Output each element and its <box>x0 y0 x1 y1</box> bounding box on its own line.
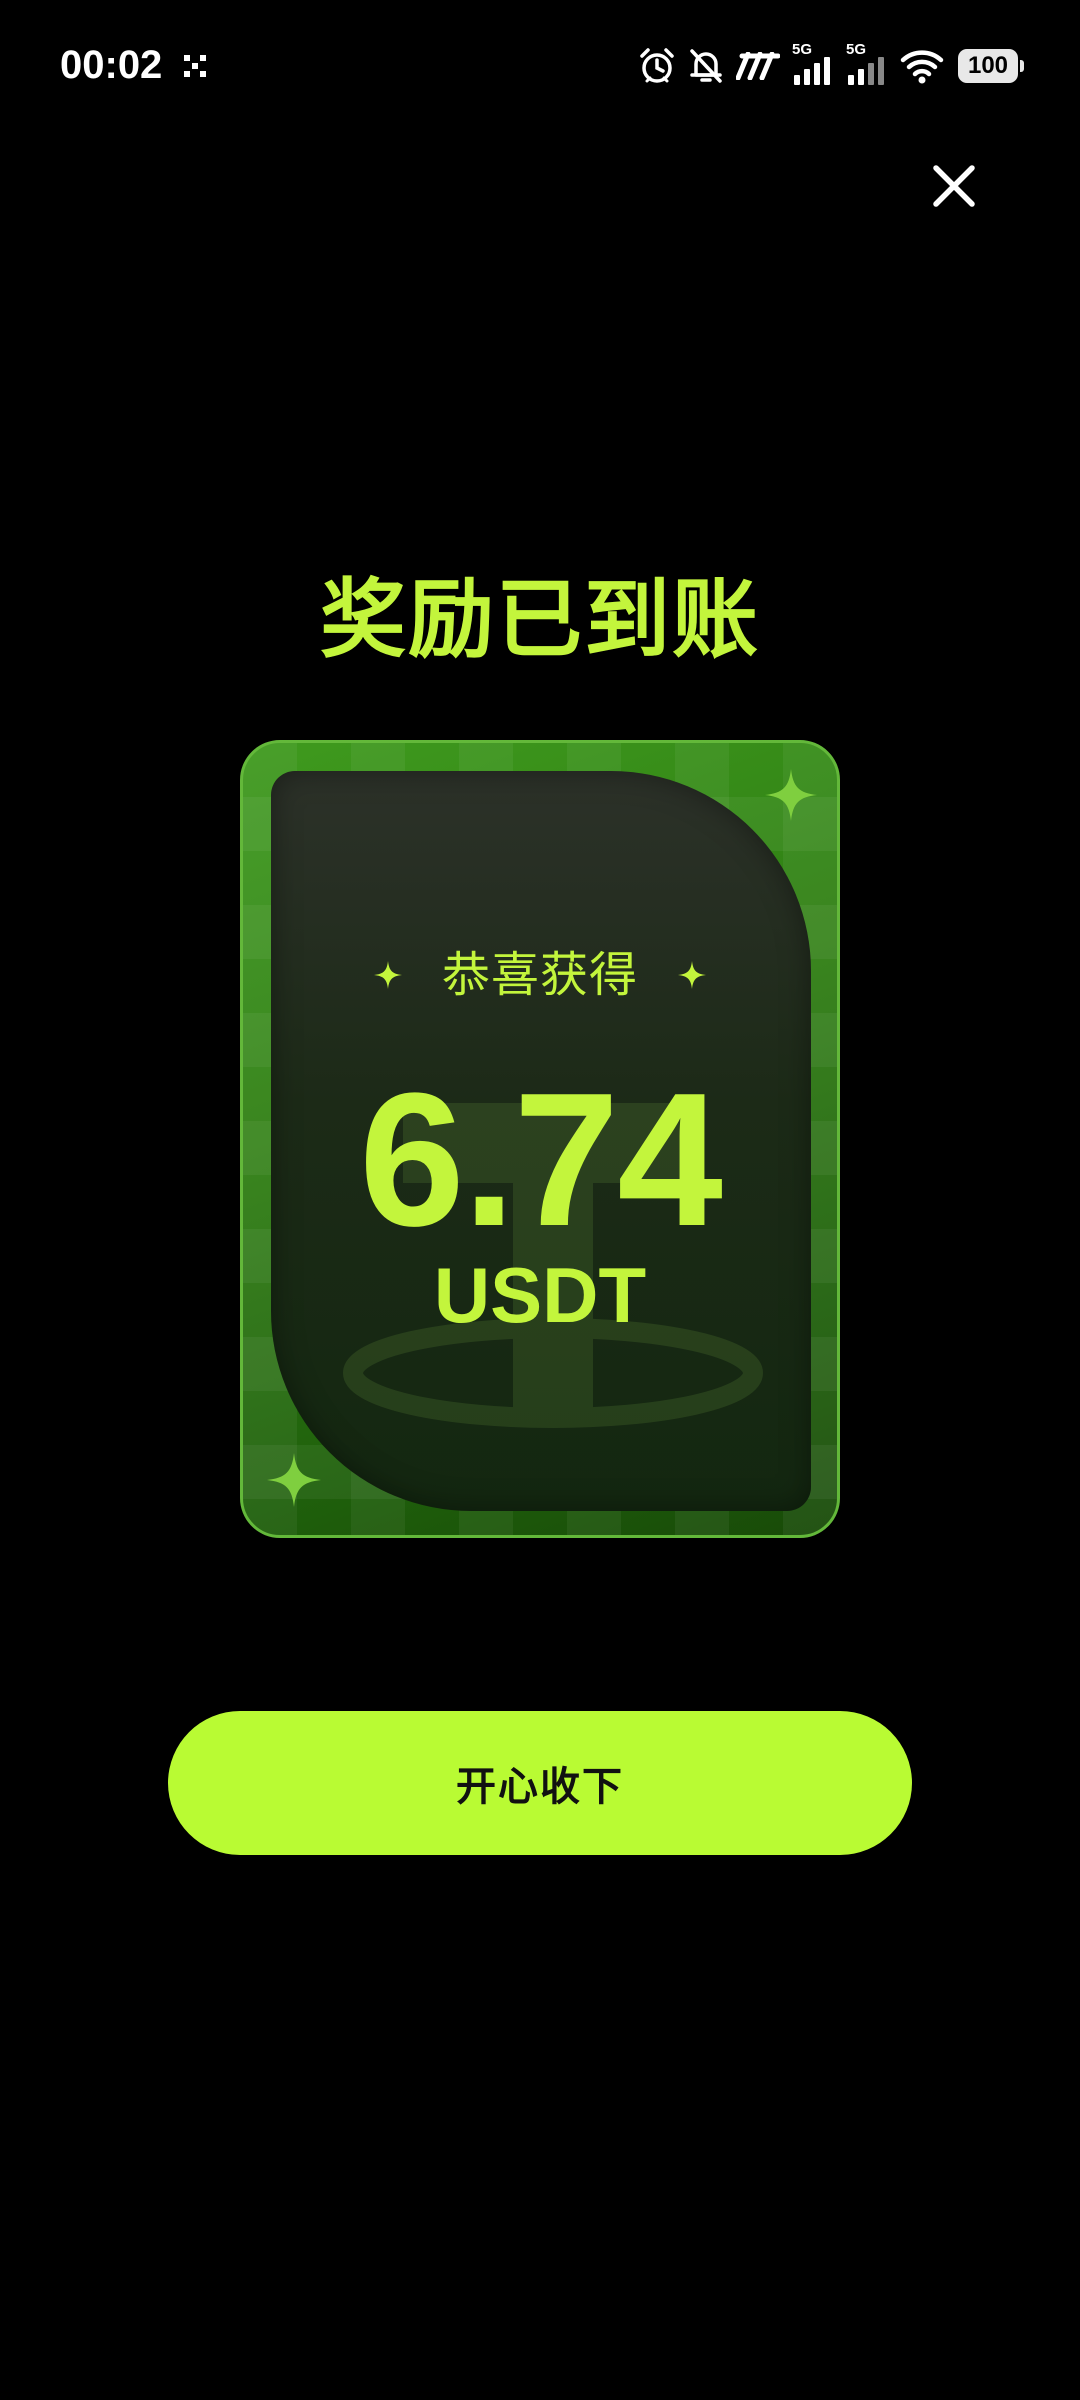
close-icon <box>933 165 975 207</box>
signal-2-icon: 5G <box>846 41 888 87</box>
status-time: 00:02 <box>60 43 163 87</box>
accept-reward-button[interactable]: 开心收下 <box>168 1711 912 1855</box>
accept-reward-label: 开心收下 <box>456 1764 624 1810</box>
sparkle-icon <box>765 769 817 821</box>
signal-1-icon: 5G <box>792 41 834 87</box>
status-icons: 5G 5G 100 <box>638 41 1024 88</box>
sparkle-icon <box>373 961 402 989</box>
status-bar: 00:02 5G 5G 100 <box>0 0 1080 130</box>
sparkle-icon <box>678 961 706 989</box>
battery-level: 100 <box>967 52 1009 79</box>
sparkle-icon <box>267 1453 321 1507</box>
bell-off-icon <box>690 49 722 83</box>
reward-title: 奖励已到账 <box>320 570 760 670</box>
wifi-icon <box>900 50 944 84</box>
carrier-icon <box>736 52 780 80</box>
reward-subtitle: 恭喜获得 <box>441 947 638 1003</box>
alarm-icon <box>640 48 674 83</box>
subtitle-row: 恭喜获得 <box>0 940 1080 1010</box>
reward-unit: USDT <box>433 1251 647 1339</box>
close-button[interactable] <box>924 156 984 216</box>
battery-indicator: 100 <box>958 49 1024 83</box>
app-notification-icon <box>184 55 206 77</box>
reward-amount: 6.74 <box>359 1054 723 1266</box>
